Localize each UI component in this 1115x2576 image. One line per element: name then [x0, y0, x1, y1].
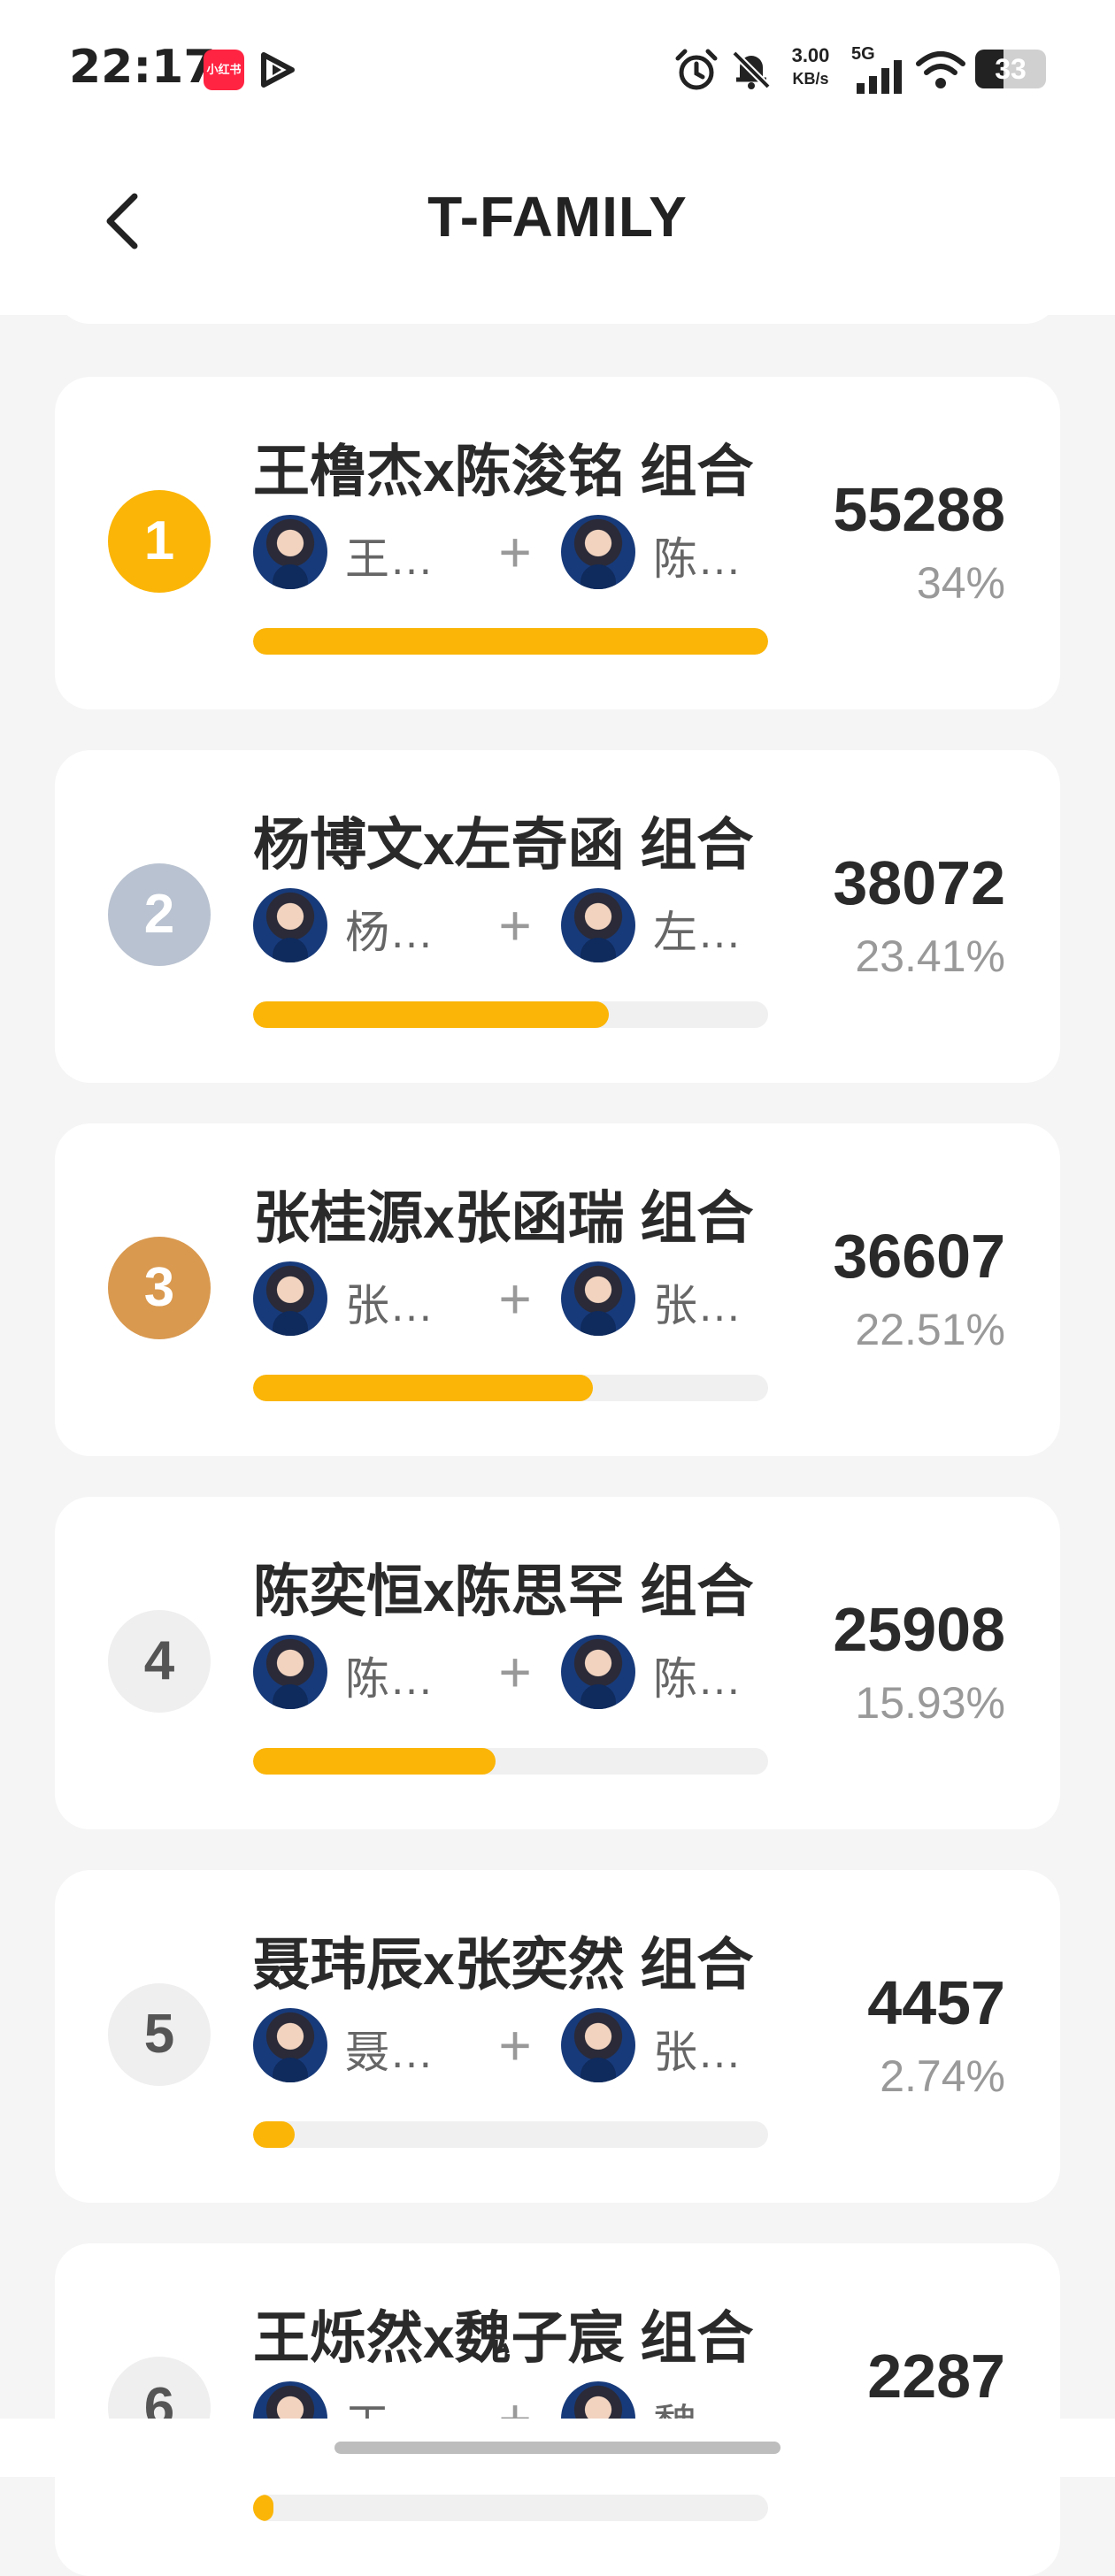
avatar	[253, 1261, 327, 1336]
member-name: 张…	[653, 1281, 742, 1330]
wifi-icon	[916, 51, 965, 88]
vote-progress-bar	[253, 2121, 768, 2148]
signal-icon: 5G	[851, 44, 904, 94]
pair-name: 聂玮辰x张奕然 组合	[253, 1933, 754, 1997]
plus-icon: +	[498, 1640, 532, 1704]
vote-progress-bar	[253, 2495, 768, 2521]
vote-percent: 23.41%	[855, 932, 1005, 981]
avatar	[253, 2008, 327, 2082]
rank-badge: 1	[108, 490, 211, 593]
vote-progress-bar	[253, 1748, 768, 1775]
plus-icon: +	[498, 520, 532, 584]
vote-progress-fill	[253, 2495, 274, 2521]
member-name: 左…	[653, 908, 742, 957]
vote-percent: 15.93%	[855, 1678, 1005, 1728]
alarm-icon	[675, 49, 718, 90]
ranking-card[interactable]: 6王烁然x魏子宸 组合王…魏…+2287	[55, 2243, 1060, 2576]
vote-progress-fill	[253, 1748, 496, 1775]
xiaohongshu-app-icon: 小红书	[204, 50, 244, 90]
member-name: 王…	[345, 534, 434, 584]
rank-badge: 2	[108, 863, 211, 966]
vote-progress-bar	[253, 1375, 768, 1401]
vote-count: 55288	[833, 475, 1005, 544]
previous-card-edge	[55, 274, 1060, 324]
status-time: 22:17	[69, 41, 216, 94]
play-app-icon	[261, 52, 295, 88]
page-title: T-FAMILY	[427, 185, 688, 249]
avatar	[561, 1261, 635, 1336]
member-name: 聂…	[345, 2028, 434, 2077]
vote-percent: 2.74%	[880, 2051, 1005, 2101]
vote-count: 36607	[833, 1222, 1005, 1291]
avatar	[561, 888, 635, 962]
pair-name: 陈奕恒x陈思罕 组合	[253, 1560, 754, 1623]
rank-badge: 3	[108, 1237, 211, 1339]
vote-progress-bar	[253, 628, 768, 655]
avatar	[253, 1635, 327, 1709]
vote-progress-fill	[253, 1375, 594, 1401]
net-speed: 3.00 KB/s	[791, 44, 830, 88]
pair-name: 王烁然x魏子宸 组合	[253, 2306, 754, 2370]
member-name: 陈…	[653, 1654, 742, 1704]
vote-count: 4457	[867, 1968, 1005, 2037]
vote-count: 25908	[833, 1595, 1005, 1664]
pair-name: 王橹杰x陈浚铭 组合	[253, 440, 754, 503]
avatar	[253, 515, 327, 589]
bell-off-icon	[732, 50, 771, 89]
member-name: 张…	[345, 1281, 434, 1330]
ranking-card[interactable]: 1 王橹杰x陈浚铭 组合王… 陈… +55288 34%	[55, 377, 1060, 709]
pair-name: 张桂源x张函瑞 组合	[253, 1186, 754, 1250]
pair-name: 杨博文x左奇函 组合	[253, 813, 754, 877]
vote-progress-fill	[253, 628, 768, 655]
avatar	[561, 515, 635, 589]
member-name: 陈…	[345, 1654, 434, 1704]
vote-progress-fill	[253, 2121, 295, 2148]
plus-icon: +	[498, 1267, 532, 1330]
vote-percent: 34%	[916, 558, 1005, 608]
ranking-card[interactable]: 2 杨博文x左奇函 组合杨… 左… +38072 23.41%	[55, 750, 1060, 1083]
ranking-card[interactable]: 5 聂玮辰x张奕然 组合聂… 张… +4457 2.74%	[55, 1870, 1060, 2203]
rank-badge: 4	[108, 1610, 211, 1713]
member-name: 杨…	[345, 908, 434, 957]
avatar	[561, 1635, 635, 1709]
vote-count: 2287	[867, 2342, 1005, 2411]
vote-progress-bar	[253, 1001, 768, 1028]
avatar	[561, 2008, 635, 2082]
plus-icon: +	[498, 893, 532, 957]
vote-percent: 22.51%	[855, 1305, 1005, 1354]
vote-progress-fill	[253, 1001, 609, 1028]
vote-count: 38072	[833, 848, 1005, 917]
battery-icon: 33	[975, 50, 1046, 88]
ranking-card[interactable]: 3 张桂源x张函瑞 组合张… 张… +36607 22.51%	[55, 1123, 1060, 1456]
rank-badge: 5	[108, 1983, 211, 2086]
member-name: 张…	[653, 2028, 742, 2077]
status-bar: 22:17 小红书 3.00 KB/s 5G 33	[0, 0, 1115, 133]
home-indicator[interactable]	[334, 2442, 780, 2454]
plus-icon: +	[498, 2013, 532, 2077]
ranking-card[interactable]: 4 陈奕恒x陈思罕 组合陈… 陈… +25908 15.93%	[55, 1497, 1060, 1829]
member-name: 陈…	[653, 534, 742, 584]
avatar	[253, 888, 327, 962]
